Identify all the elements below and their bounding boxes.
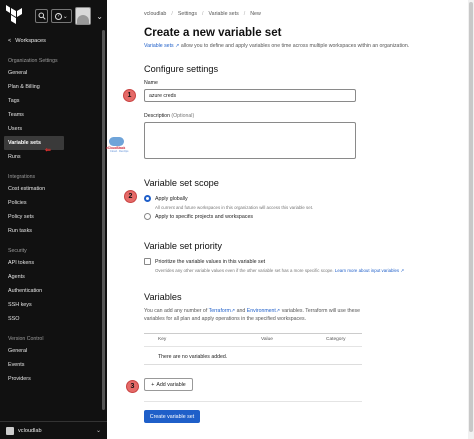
apply-globally-help: All current and future workspaces in thi…	[155, 205, 314, 210]
section-title-version-control: Version Control	[8, 336, 44, 342]
breadcrumb-settings[interactable]: Settings	[178, 11, 197, 17]
prioritize-label: Prioritize the variable values in this v…	[155, 258, 266, 265]
external-link-icon: ↗	[400, 268, 405, 273]
main-scrollbar[interactable]	[468, 0, 474, 439]
sidebar-item-policies[interactable]: Policies	[0, 196, 107, 210]
sidebar-item-variable-sets[interactable]: Variable sets	[4, 136, 64, 150]
sidebar-item-teams[interactable]: Teams	[0, 108, 107, 122]
annotation-arrow-icon: ⇐	[45, 147, 51, 154]
sidebar-item-policy-sets[interactable]: Policy sets	[0, 210, 107, 224]
prioritize-option[interactable]: Prioritize the variable values in this v…	[144, 258, 265, 265]
sidebar-item-run-tasks[interactable]: Run tasks	[0, 224, 107, 238]
page-title: Create a new variable set	[144, 27, 282, 39]
name-label: Name	[144, 80, 158, 86]
chevron-down-icon: ⌄	[62, 13, 68, 20]
breadcrumb-new: New	[250, 11, 261, 17]
sidebar-item-api-tokens[interactable]: API tokens	[0, 256, 107, 270]
column-header-key: Key	[158, 337, 167, 342]
variable-set-priority-heading: Variable set priority	[144, 241, 222, 251]
sidebar-item-general[interactable]: General	[0, 66, 107, 80]
user-avatar[interactable]	[74, 7, 92, 25]
name-input[interactable]: azure creds	[144, 89, 356, 102]
plus-icon: +	[151, 381, 155, 388]
description-textarea[interactable]	[144, 122, 356, 159]
column-header-value: Value	[261, 337, 273, 342]
terraform-variables-link[interactable]: Terraform	[209, 308, 231, 314]
apply-specific-option[interactable]: Apply to specific projects and workspace…	[144, 213, 253, 220]
form-divider	[144, 401, 362, 402]
breadcrumb: vcloudlab / Settings / Variable sets / N…	[144, 11, 261, 17]
section-title-organization-settings: Organization Settings	[8, 58, 58, 64]
sidebar-item-users[interactable]: Users	[0, 122, 107, 136]
description-label: Description (Optional)	[144, 113, 194, 119]
section-title-integrations: Integrations	[8, 174, 36, 180]
breadcrumb-variable-sets[interactable]: Variable sets	[209, 11, 239, 17]
configure-settings-heading: Configure settings	[144, 64, 219, 74]
main-content: vcloudlab / Settings / Variable sets / N…	[107, 0, 474, 439]
back-to-workspaces-link[interactable]: < Workspaces	[0, 32, 107, 52]
external-link-icon: ↗	[275, 308, 281, 314]
description-optional-text: (Optional)	[171, 113, 195, 119]
create-variable-set-button[interactable]: Create variable set	[144, 410, 200, 423]
sidebar-item-runs[interactable]: Runs	[0, 150, 107, 164]
section-title-security: Security	[8, 248, 27, 254]
add-variable-label: Add variable	[156, 381, 186, 388]
sidebar-item-sso[interactable]: SSO	[0, 312, 107, 326]
sidebar-item-cost-estimation[interactable]: Cost estimation	[0, 182, 107, 196]
apply-specific-label: Apply to specific projects and workspace…	[155, 213, 254, 220]
variable-set-scope-heading: Variable set scope	[144, 178, 219, 188]
annotation-step-2: 2	[124, 190, 137, 203]
organization-name: vcloudlab	[18, 427, 42, 434]
add-variable-button[interactable]: + Add variable	[144, 378, 193, 391]
apply-globally-label: Apply globally	[155, 195, 188, 202]
priority-help-text: Overrides any other variable values even…	[155, 268, 334, 273]
help-menu-button[interactable]: ? ⌄	[51, 9, 72, 23]
terraform-logo-icon[interactable]	[4, 5, 26, 27]
sidebar-item-tags[interactable]: Tags	[0, 94, 107, 108]
apply-specific-radio[interactable]	[144, 213, 151, 220]
chevron-down-icon: ⌄	[95, 428, 101, 434]
table-empty-message: There are no variables added.	[158, 354, 228, 360]
column-header-category: Category	[326, 337, 346, 342]
sidebar-item-providers[interactable]: Providers	[0, 372, 107, 386]
environment-variables-link[interactable]: Environment	[247, 308, 276, 314]
sidebar-item-ssh-keys[interactable]: SSH keys	[0, 298, 107, 312]
variables-desc-and: and	[236, 308, 246, 314]
organization-icon	[6, 426, 14, 435]
annotation-step-3: 3	[126, 380, 139, 393]
apply-globally-option[interactable]: Apply globally	[144, 195, 188, 202]
annotation-step-1: 1	[123, 89, 136, 102]
page-description-text: allow you to define and apply variables …	[180, 43, 410, 49]
external-link-icon: ↗	[175, 43, 180, 49]
variables-table: Key Value Category There are no variable…	[144, 333, 362, 365]
learn-more-input-variables-link[interactable]: Learn more about input variables	[335, 268, 399, 273]
variables-heading: Variables	[144, 292, 182, 302]
sidebar-top-bar: ? ⌄ ⌄	[0, 0, 107, 32]
description-label-text: Description	[144, 113, 170, 119]
sidebar-item-vcs-general[interactable]: General	[0, 344, 107, 358]
sidebar-item-events[interactable]: Events	[0, 358, 107, 372]
variables-desc-part1: You can add any number of	[144, 308, 208, 314]
variable-sets-link[interactable]: Variable sets	[144, 43, 174, 49]
apply-globally-radio[interactable]	[144, 195, 151, 202]
page-description: Variable sets ↗ allow you to define and …	[144, 43, 409, 49]
sidebar-scrollbar[interactable]	[102, 30, 105, 410]
priority-help: Overrides any other variable values even…	[155, 268, 404, 274]
help-icon: ?	[54, 12, 62, 20]
back-link-label: Workspaces	[15, 38, 46, 44]
sidebar-item-agents[interactable]: Agents	[0, 270, 107, 284]
sidebar: ? ⌄ ⌄ < Workspaces Organization Settings …	[0, 0, 107, 439]
prioritize-checkbox[interactable]	[144, 258, 151, 265]
sidebar-item-plan-billing[interactable]: Plan & Billing	[0, 80, 107, 94]
sidebar-item-authentication[interactable]: Authentication	[0, 284, 107, 298]
search-icon[interactable]	[35, 9, 49, 23]
organization-switcher[interactable]: vcloudlab ⌄	[0, 421, 107, 439]
avatar-chevron-down-icon[interactable]: ⌄	[96, 12, 103, 21]
breadcrumb-org[interactable]: vcloudlab	[144, 11, 166, 17]
variables-description: You can add any number of Terraform↗ and…	[144, 308, 369, 323]
chevron-left-icon: <	[8, 38, 12, 44]
external-link-icon: ↗	[230, 308, 236, 314]
